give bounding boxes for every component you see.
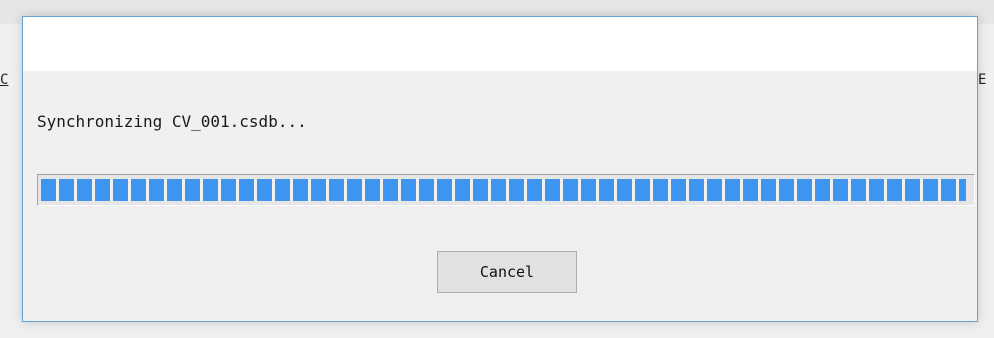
progress-message: Synchronizing CV_001.csdb... — [37, 112, 307, 131]
background-text-fragment-left: C — [0, 72, 9, 88]
sync-progress-dialog: Synchronizing CV_001.csdb... Cancel — [22, 16, 978, 322]
background-text-fragment-right: E — [978, 72, 987, 88]
dialog-title-bar[interactable] — [23, 17, 977, 71]
progress-bar-fill — [41, 179, 966, 201]
progress-bar — [37, 174, 975, 206]
cancel-button[interactable]: Cancel — [437, 251, 577, 293]
